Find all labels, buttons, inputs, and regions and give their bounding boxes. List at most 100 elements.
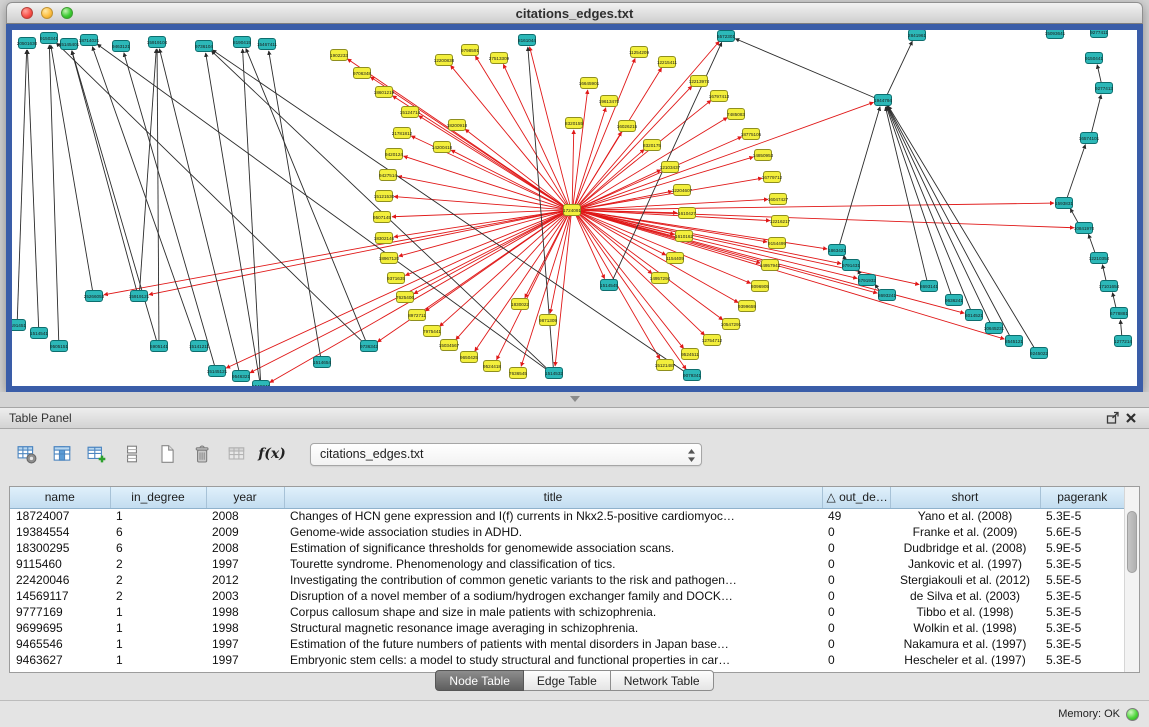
select-columns-button[interactable] — [49, 441, 75, 467]
table-cell[interactable]: 22420046 — [10, 572, 110, 588]
table-cell[interactable]: 5.3E-5 — [1040, 636, 1124, 652]
graph-node[interactable]: 1610427 — [678, 208, 696, 219]
graph-node[interactable]: 16047427 — [768, 194, 789, 205]
table-cell[interactable]: Franke et al. (2009) — [890, 524, 1040, 540]
graph-node[interactable]: 6778881 — [1110, 308, 1128, 319]
table-cell[interactable]: 1997 — [206, 652, 284, 668]
graph-node[interactable]: 15121530 — [374, 191, 395, 202]
graph-node[interactable]: 15141211 — [189, 341, 210, 352]
table-cell[interactable]: Nakamura et al. (1997) — [890, 636, 1040, 652]
graph-node[interactable]: 7625406 — [396, 292, 414, 303]
graph-node[interactable]: 9427514 — [379, 170, 397, 181]
graph-node[interactable]: 18775105 — [741, 129, 762, 140]
table-cell[interactable]: 49 — [822, 508, 890, 524]
table-row[interactable]: 946554611997Estimation of the future num… — [10, 636, 1124, 652]
table-scrollbar[interactable] — [1124, 487, 1139, 672]
table-cell[interactable]: 1 — [110, 652, 206, 668]
table-row[interactable]: 2242004622012Investigating the contribut… — [10, 572, 1124, 588]
graph-node[interactable]: 1830022 — [511, 299, 529, 310]
table-cell[interactable]: 1 — [110, 508, 206, 524]
table-row[interactable]: 1456911722003Disruption of a novel membe… — [10, 588, 1124, 604]
graph-node[interactable]: 9154499 — [768, 238, 786, 249]
graph-node[interactable]: 11254209 — [629, 47, 650, 58]
graph-node[interactable]: 9650425 — [460, 352, 478, 363]
graph-node[interactable]: 9706348 — [353, 68, 371, 79]
graph-node[interactable]: 9798591 — [461, 45, 479, 56]
panel-splitter[interactable] — [0, 392, 1149, 407]
create-column-button[interactable] — [84, 441, 110, 467]
table-cell[interactable]: Structural magnetic resonance image aver… — [284, 620, 822, 636]
graph-node[interactable]: 12204607 — [672, 185, 693, 196]
close-button[interactable] — [21, 7, 33, 19]
graph-node[interactable]: 18302146 — [374, 233, 395, 244]
table-cell[interactable]: 1 — [110, 636, 206, 652]
graph-node[interactable]: 12103437 — [660, 162, 681, 173]
table-cell[interactable]: 5.3E-5 — [1040, 508, 1124, 524]
table-cell[interactable]: 1997 — [206, 556, 284, 572]
table-cell[interactable]: Stergiakouli et al. (2012) — [890, 572, 1040, 588]
graph-node[interactable]: 8972711 — [408, 310, 426, 321]
graph-node[interactable]: 8693241 — [878, 290, 896, 301]
graph-node[interactable]: 1944794 — [874, 95, 892, 106]
graph-node[interactable]: 9791431 — [842, 260, 860, 271]
table-cell[interactable]: 5.5E-5 — [1040, 572, 1124, 588]
graph-node[interactable]: 9150441 — [1085, 53, 1103, 64]
table-cell[interactable]: 0 — [822, 556, 890, 572]
table-cell[interactable]: 14569117 — [10, 588, 110, 604]
graph-node[interactable]: 16797413 — [709, 91, 730, 102]
table-source-select[interactable]: citations_edges.txt — [310, 443, 702, 466]
column-header-1[interactable]: in_degree — [110, 487, 206, 508]
graph-node[interactable]: 9463121 — [112, 41, 130, 52]
column-header-4[interactable]: △ out_de… — [822, 487, 890, 508]
graph-node[interactable]: 9245022 — [1030, 348, 1048, 359]
graph-node[interactable]: 27513309 — [489, 53, 510, 64]
table-cell[interactable]: 2012 — [206, 572, 284, 588]
graph-node[interactable]: 14957294 — [650, 273, 671, 284]
graph-node[interactable]: 9507145 — [373, 212, 391, 223]
graph-node[interactable]: 9420124 — [385, 149, 403, 160]
table-cell[interactable]: 9465546 — [10, 636, 110, 652]
table-cell[interactable]: Investigating the contribution of common… — [284, 572, 822, 588]
graph-node[interactable]: 2841961 — [908, 30, 926, 41]
table-cell[interactable]: 0 — [822, 636, 890, 652]
table-cell[interactable]: 2 — [110, 572, 206, 588]
graph-node[interactable]: 19613470 — [599, 96, 620, 107]
graph-node[interactable]: 15124714 — [400, 107, 421, 118]
graph-node[interactable]: 14850953 — [753, 150, 774, 161]
table-cell[interactable]: 2008 — [206, 508, 284, 524]
close-panel-icon[interactable] — [1122, 410, 1140, 426]
graph-node[interactable]: 9371635 — [387, 273, 405, 284]
graph-node[interactable]: 9150341 — [40, 33, 58, 44]
graph-node[interactable]: 7975441 — [423, 326, 441, 337]
table-cell[interactable]: 5.6E-5 — [1040, 524, 1124, 540]
tab-edge-table[interactable]: Edge Table — [524, 670, 611, 691]
table-cell[interactable]: 5.3E-5 — [1040, 652, 1124, 668]
table-cell[interactable]: Corpus callosum shape and size in male p… — [284, 604, 822, 620]
graph-node[interactable]: 12216217 — [770, 216, 791, 227]
function-builder-button[interactable]: f(x) — [259, 441, 285, 467]
minimize-button[interactable] — [41, 7, 53, 19]
column-header-6[interactable]: pagerank — [1040, 487, 1124, 508]
table-cell[interactable]: Yano et al. (2008) — [890, 508, 1040, 524]
float-panel-icon[interactable] — [1104, 410, 1122, 426]
graph-node[interactable]: 18714021 — [79, 35, 100, 46]
graph-node[interactable]: 8014521 — [965, 310, 983, 321]
graph-node[interactable]: 1514532 — [545, 368, 563, 379]
tab-node-table[interactable]: Node Table — [435, 670, 524, 691]
table-cell[interactable]: 18724007 — [10, 508, 110, 524]
table-cell[interactable]: 1998 — [206, 620, 284, 636]
table-cell[interactable]: Embryonic stem cells: a model to study s… — [284, 652, 822, 668]
graph-node[interactable]: 1902233 — [330, 50, 348, 61]
table-cell[interactable]: 5.9E-5 — [1040, 540, 1124, 556]
table-cell[interactable]: Estimation of significance thresholds fo… — [284, 540, 822, 556]
graph-node[interactable]: 1863421 — [828, 245, 846, 256]
graph-node[interactable]: 1154409 — [666, 253, 684, 264]
graph-node[interactable]: 8096905 — [751, 281, 769, 292]
graph-node[interactable]: 9636241 — [945, 295, 963, 306]
table-cell[interactable]: 0 — [822, 620, 890, 636]
table-cell[interactable]: 9463627 — [10, 652, 110, 668]
table-cell[interactable]: Disruption of a novel member of a sodium… — [284, 588, 822, 604]
graph-node[interactable]: 9277413 — [1095, 83, 1113, 94]
network-canvas[interactable]: 1724091190223397063481860121912200838979… — [6, 24, 1143, 392]
graph-node[interactable]: 16026215 — [617, 121, 638, 132]
